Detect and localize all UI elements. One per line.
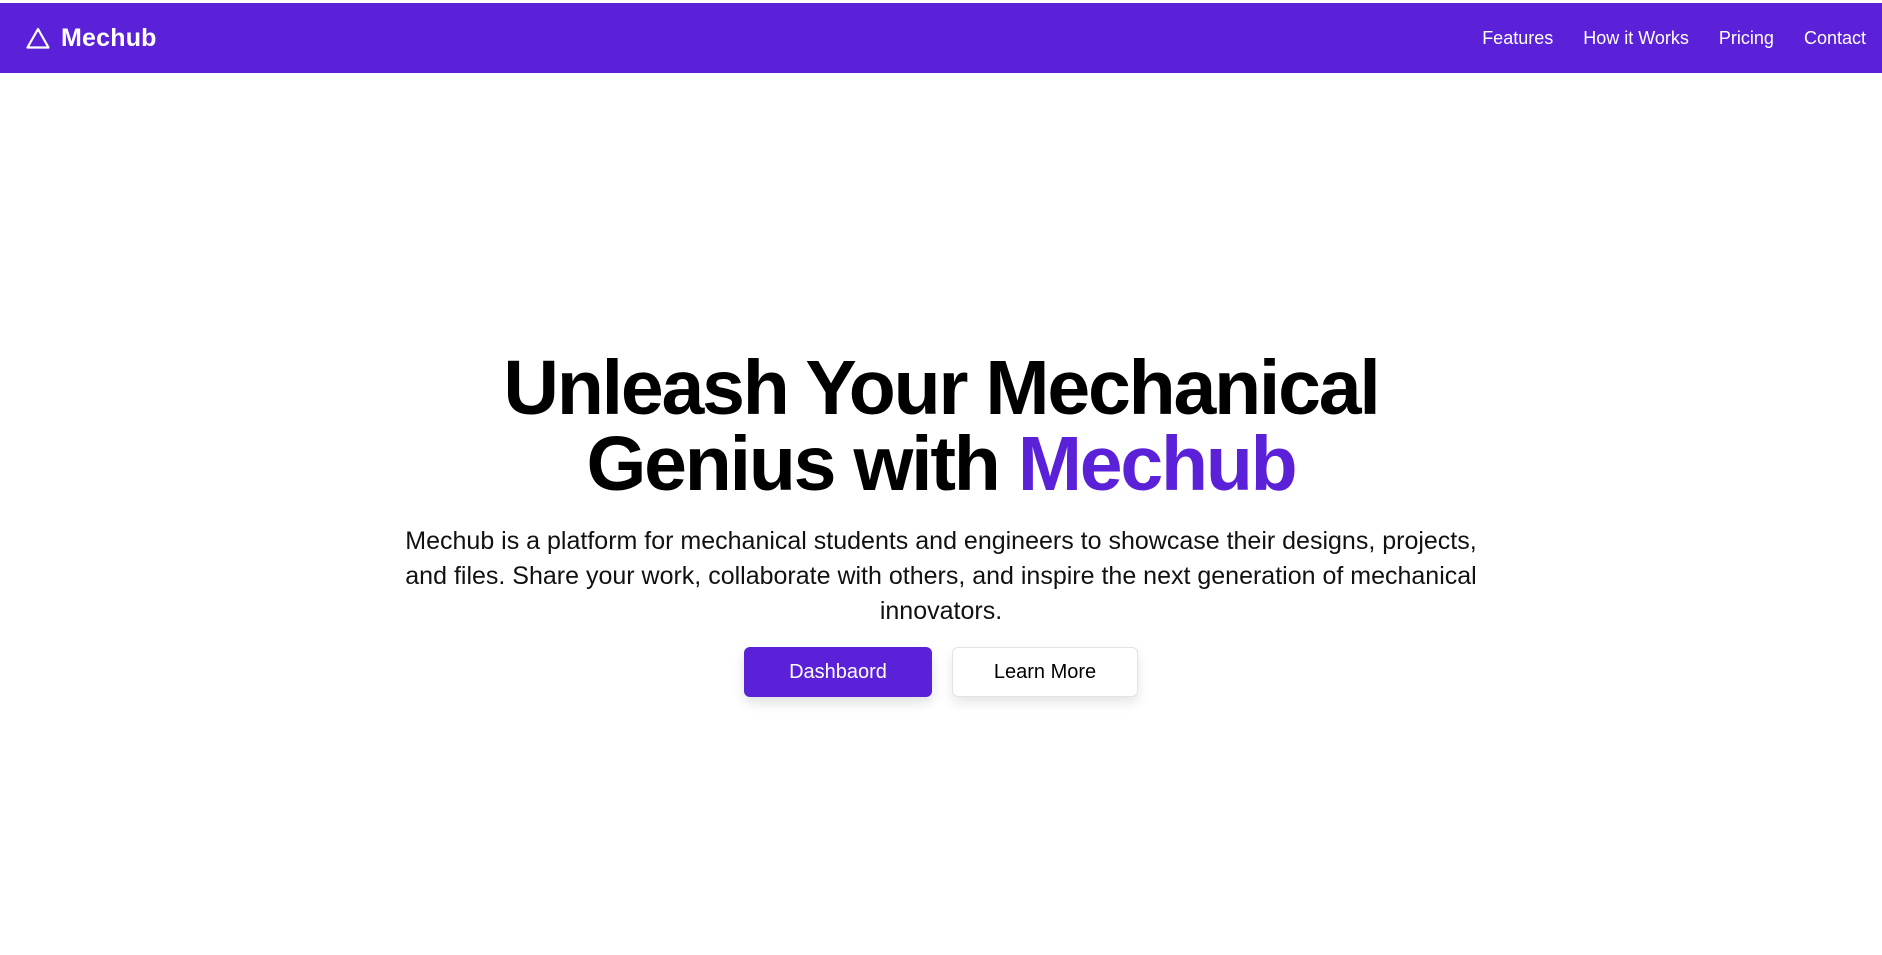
triangle-icon: [26, 27, 50, 49]
nav-link-pricing[interactable]: Pricing: [1719, 28, 1774, 49]
dashboard-button[interactable]: Dashbaord: [744, 647, 932, 697]
hero-title-accent: Mechub: [1017, 421, 1298, 507]
brand-link[interactable]: Mechub: [26, 24, 157, 53]
nav-links: Features How it Works Pricing Contact: [1482, 28, 1866, 49]
learn-more-button[interactable]: Learn More: [952, 647, 1138, 697]
hero-section: Unleash Your Mechanical Genius with Mech…: [0, 350, 1882, 697]
hero-title: Unleash Your Mechanical Genius with Mech…: [381, 350, 1501, 503]
nav-link-features[interactable]: Features: [1482, 28, 1553, 49]
navbar: Mechub Features How it Works Pricing Con…: [0, 3, 1882, 73]
hero-actions: Dashbaord Learn More: [744, 647, 1138, 697]
nav-link-how-it-works[interactable]: How it Works: [1583, 28, 1689, 49]
nav-link-contact[interactable]: Contact: [1804, 28, 1866, 49]
hero-description: Mechub is a platform for mechanical stud…: [405, 527, 1477, 625]
brand-name: Mechub: [61, 23, 157, 52]
